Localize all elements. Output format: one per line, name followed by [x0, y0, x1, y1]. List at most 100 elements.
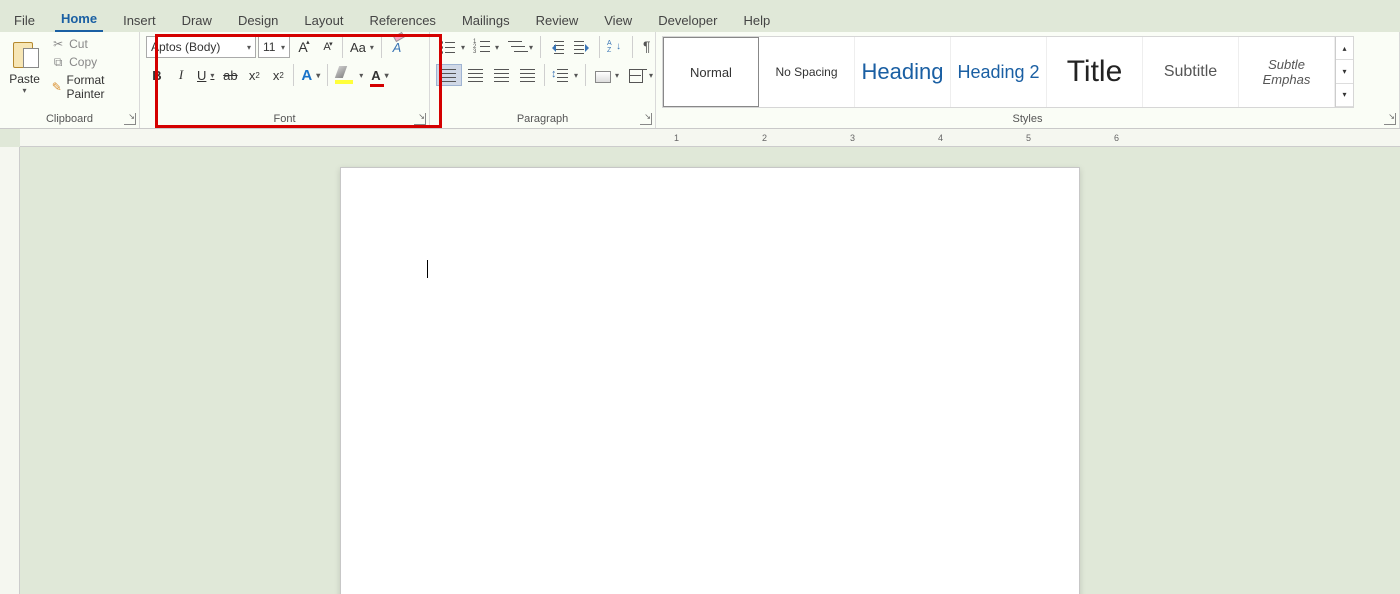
- tab-file[interactable]: File: [8, 7, 41, 32]
- paste-button[interactable]: Paste ▾: [6, 36, 43, 97]
- ruler-tick: 5: [1026, 133, 1031, 143]
- style-subtle-emphasis[interactable]: Subtle Emphas: [1239, 37, 1335, 107]
- group-label-clipboard: Clipboard: [6, 111, 133, 128]
- document-viewport[interactable]: [20, 147, 1400, 594]
- style-label: Subtle Emphas: [1243, 57, 1330, 87]
- align-center-button[interactable]: [464, 64, 488, 86]
- tab-design[interactable]: Design: [232, 7, 284, 32]
- separator: [540, 36, 541, 58]
- ruler-tick: 2: [762, 133, 767, 143]
- bullets-button[interactable]: ▾: [436, 36, 468, 58]
- ribbon: Paste ▾ ✂ Cut ⧉ Copy ✎ Format Painter Cl…: [0, 32, 1400, 129]
- style-heading-2[interactable]: Heading 2: [951, 37, 1047, 107]
- shading-button[interactable]: ▾: [590, 64, 622, 86]
- underline-button[interactable]: U▾: [194, 64, 217, 86]
- horizontal-ruler[interactable]: 123456: [20, 129, 1400, 147]
- style-heading-1[interactable]: Heading: [855, 37, 951, 107]
- sort-button[interactable]: [604, 36, 628, 58]
- style-normal[interactable]: Normal: [663, 37, 759, 107]
- italic-button[interactable]: I: [170, 64, 192, 86]
- separator: [632, 36, 633, 58]
- font-dialog-launcher[interactable]: ↘: [414, 113, 426, 125]
- styles-gallery: Normal No Spacing Heading Heading 2 Title Sub…: [662, 36, 1354, 108]
- shading-icon: [593, 67, 611, 83]
- tab-developer[interactable]: Developer: [652, 7, 723, 32]
- clear-formatting-button[interactable]: A: [386, 36, 408, 58]
- tab-mailings[interactable]: Mailings: [456, 7, 516, 32]
- group-styles: Normal No Spacing Heading Heading 2 Title Sub…: [656, 32, 1400, 128]
- strikethrough-button[interactable]: ab: [219, 64, 241, 86]
- line-spacing-icon: [552, 67, 570, 83]
- align-left-button[interactable]: [436, 64, 462, 86]
- line-spacing-button[interactable]: ▾: [549, 64, 581, 86]
- change-case-button[interactable]: Aa▾: [347, 36, 377, 58]
- grow-font-button[interactable]: A: [292, 36, 314, 58]
- subscript-button[interactable]: x2: [243, 64, 265, 86]
- tab-references[interactable]: References: [363, 7, 441, 32]
- style-label: Subtitle: [1164, 63, 1217, 81]
- style-label: Heading: [862, 59, 944, 85]
- copy-button: ⧉ Copy: [49, 54, 133, 70]
- align-right-button[interactable]: [490, 64, 514, 86]
- font-name-select[interactable]: Aptos (Body) ▾: [146, 36, 256, 58]
- superscript-button[interactable]: x2: [267, 64, 289, 86]
- text-effects-button[interactable]: A▾: [298, 64, 323, 86]
- chevron-down-icon[interactable]: ▾: [23, 86, 27, 95]
- styles-dialog-launcher[interactable]: ↘: [1384, 113, 1396, 125]
- vertical-ruler[interactable]: [0, 147, 20, 594]
- style-label: Normal: [690, 65, 732, 80]
- chevron-down-icon: ▾: [247, 43, 251, 52]
- multilevel-icon: [507, 39, 525, 55]
- highlight-color-button[interactable]: ▾: [332, 64, 366, 86]
- tab-home[interactable]: Home: [55, 5, 103, 32]
- style-subtitle[interactable]: Subtitle: [1143, 37, 1239, 107]
- font-color-button[interactable]: A▾: [368, 64, 391, 86]
- numbering-button[interactable]: ▾: [470, 36, 502, 58]
- separator: [585, 64, 586, 86]
- tab-layout[interactable]: Layout: [298, 7, 349, 32]
- shrink-font-button[interactable]: A: [316, 36, 338, 58]
- style-label: Title: [1067, 55, 1123, 89]
- font-size-value: 11: [263, 40, 275, 54]
- separator: [342, 36, 343, 58]
- bold-button[interactable]: B: [146, 64, 168, 86]
- format-painter-button[interactable]: ✎ Format Painter: [49, 72, 133, 102]
- highlighter-icon: [335, 66, 355, 84]
- group-label-font: Font: [146, 111, 423, 128]
- style-no-spacing[interactable]: No Spacing: [759, 37, 855, 107]
- tab-view[interactable]: View: [598, 7, 638, 32]
- scissors-icon: ✂: [51, 37, 65, 51]
- paste-icon: [11, 38, 39, 70]
- font-size-select[interactable]: 11 ▾: [258, 36, 290, 58]
- tab-insert[interactable]: Insert: [117, 7, 162, 32]
- clipboard-dialog-launcher[interactable]: ↘: [124, 113, 136, 125]
- font-name-value: Aptos (Body): [151, 40, 220, 54]
- justify-button[interactable]: [516, 64, 540, 86]
- chevron-down-icon: ▾: [281, 43, 285, 52]
- paragraph-dialog-launcher[interactable]: ↘: [640, 113, 652, 125]
- increase-indent-button[interactable]: [571, 36, 595, 58]
- ruler-tick: 3: [850, 133, 855, 143]
- paste-label: Paste: [9, 72, 40, 86]
- group-font: Aptos (Body) ▾ 11 ▾ A A Aa▾ A B: [140, 32, 430, 128]
- separator: [327, 64, 328, 86]
- brush-icon: ✎: [51, 80, 62, 94]
- numbering-icon: [473, 39, 491, 55]
- borders-button[interactable]: ▾: [624, 64, 656, 86]
- gallery-more-button[interactable]: ▾: [1336, 84, 1353, 107]
- decrease-indent-button[interactable]: [545, 36, 569, 58]
- sort-icon: [607, 39, 625, 55]
- document-page[interactable]: [340, 167, 1080, 594]
- tab-draw[interactable]: Draw: [176, 7, 218, 32]
- group-label-styles: Styles: [662, 111, 1393, 128]
- menu-tabs: File Home Insert Draw Design Layout Refe…: [0, 0, 1400, 32]
- tab-help[interactable]: Help: [737, 7, 776, 32]
- tab-review[interactable]: Review: [530, 7, 585, 32]
- style-title[interactable]: Title: [1047, 37, 1143, 107]
- gallery-up-button[interactable]: ▴: [1336, 37, 1353, 60]
- borders-icon: [627, 67, 645, 83]
- multilevel-list-button[interactable]: ▾: [504, 36, 536, 58]
- cut-button: ✂ Cut: [49, 36, 133, 52]
- gallery-down-button[interactable]: ▾: [1336, 60, 1353, 83]
- text-cursor: [427, 260, 428, 278]
